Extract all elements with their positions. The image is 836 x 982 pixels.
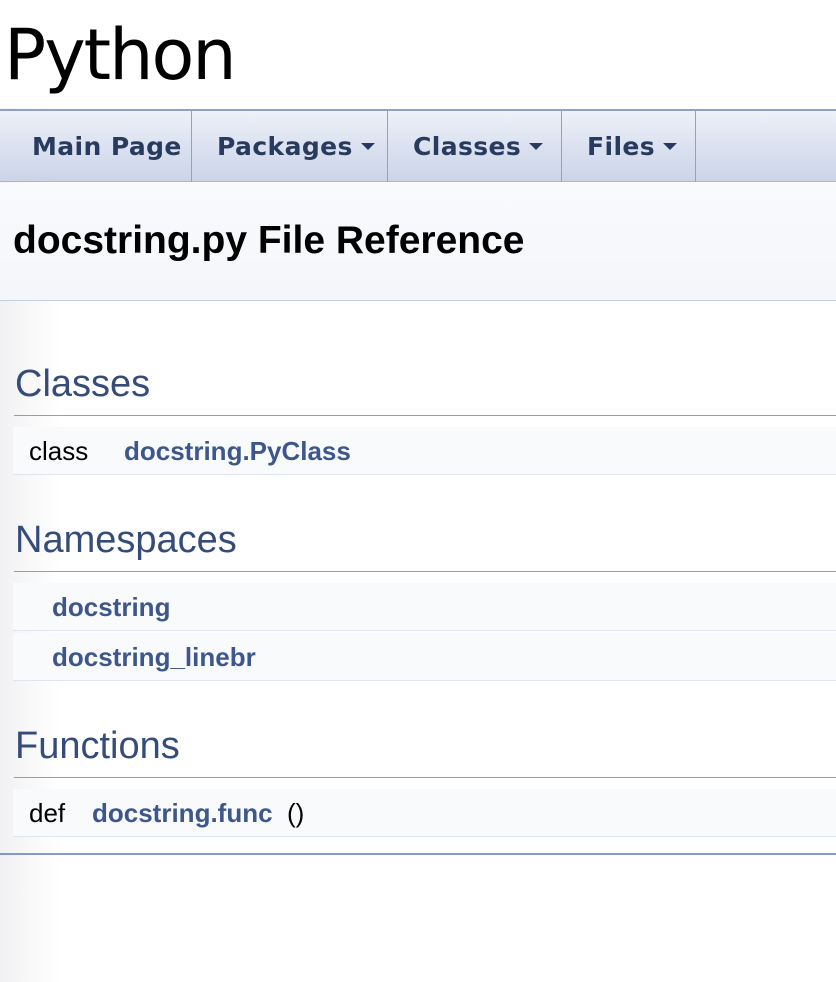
function-row: def docstring.func () <box>13 789 836 837</box>
nav-files[interactable]: Files <box>562 111 696 182</box>
nav-packages[interactable]: Packages <box>192 111 388 182</box>
member-type: def <box>29 798 66 828</box>
namespace-row: docstring <box>13 583 836 631</box>
class-row: class docstring.PyClass <box>13 427 836 475</box>
nav-main-page[interactable]: Main Page <box>0 111 192 182</box>
section-divider <box>14 777 836 778</box>
namespace-link-docstring-linebr[interactable]: docstring_linebr <box>52 633 256 681</box>
section-divider <box>14 571 836 572</box>
namespace-link-docstring[interactable]: docstring <box>52 583 170 631</box>
function-args: () <box>287 798 305 828</box>
main-navbar: Main Page Packages Classes Files <box>0 109 836 182</box>
section-divider <box>14 415 836 416</box>
page-title: docstring.py File Reference <box>13 219 525 262</box>
page-header: docstring.py File Reference <box>0 183 836 301</box>
member-type: class <box>29 436 89 466</box>
chevron-down-icon <box>360 142 375 150</box>
nav-classes[interactable]: Classes <box>388 111 562 182</box>
classes-heading: Classes <box>15 363 151 405</box>
namespaces-heading: Namespaces <box>15 519 237 561</box>
function-link-docstring-func[interactable]: docstring.func <box>92 789 273 837</box>
footer-divider <box>0 853 836 855</box>
functions-heading: Functions <box>15 725 180 767</box>
class-link-docstring-pyclass[interactable]: docstring.PyClass <box>124 427 351 475</box>
project-name: Python <box>4 14 237 96</box>
title-area: Python <box>0 0 836 108</box>
namespace-row: docstring_linebr <box>13 633 836 681</box>
nav-classes-label: Classes <box>413 132 522 161</box>
nav-main-page-label: Main Page <box>32 132 182 161</box>
chevron-down-icon <box>663 142 678 150</box>
nav-files-label: Files <box>587 132 656 161</box>
nav-packages-label: Packages <box>217 132 353 161</box>
chevron-down-icon <box>529 142 544 150</box>
